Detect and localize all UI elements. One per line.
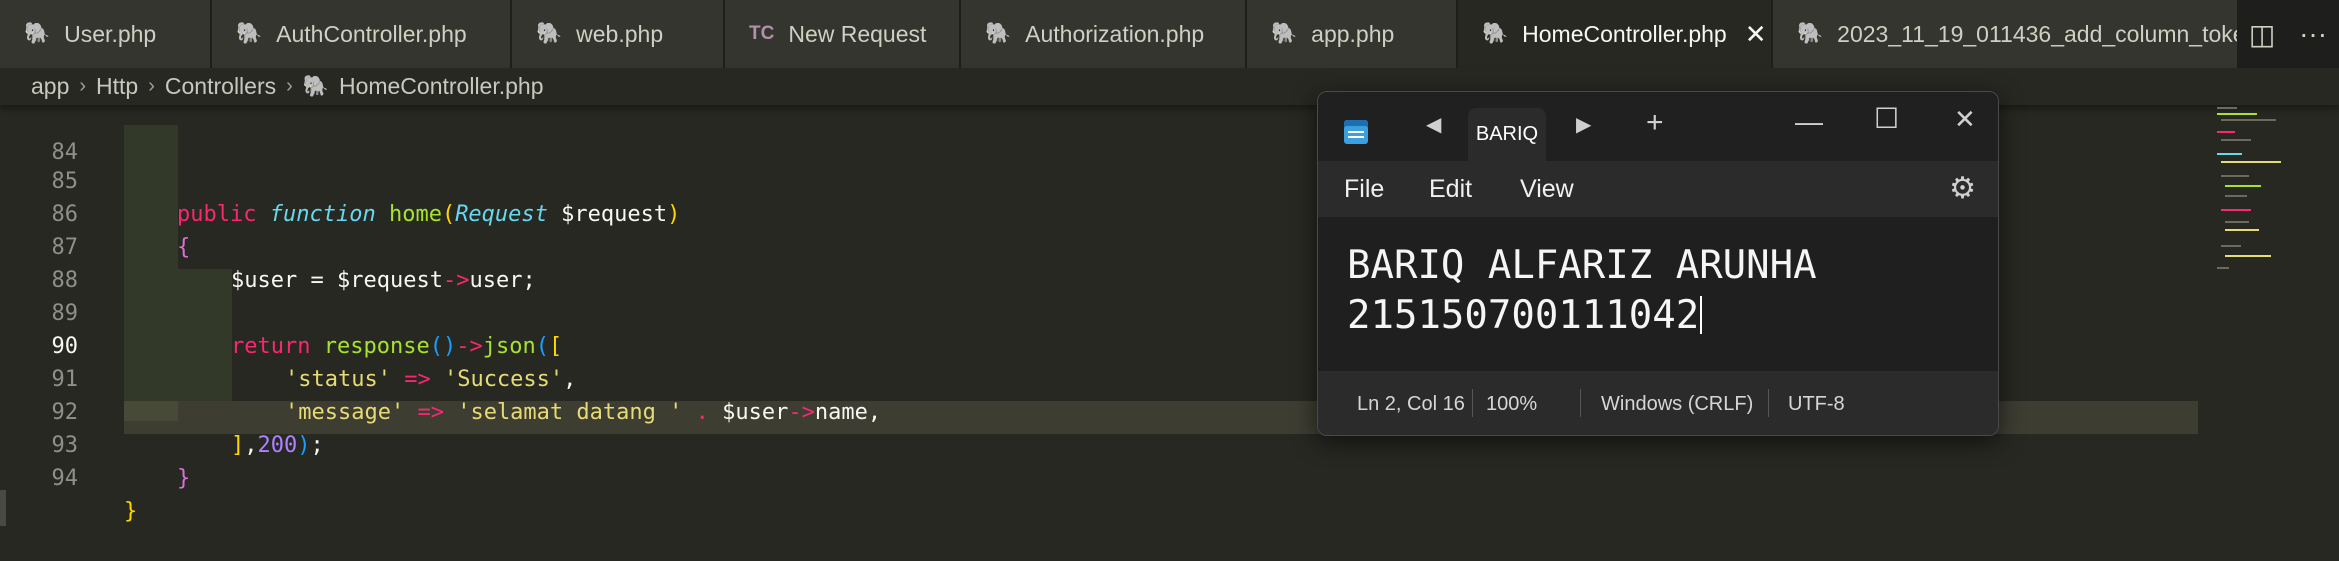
editor-tab-bar: 🐘 User.php 🐘 AuthController.php 🐘 web.ph… [0,0,2339,68]
php-elephant-icon: 🐘 [536,22,563,45]
menu-edit[interactable]: Edit [1429,175,1472,204]
php-elephant-icon: 🐘 [24,22,51,45]
tab-label: app.php [1311,20,1395,47]
split-editor-icon[interactable]: ◫ [2249,18,2275,51]
notepad-menu-bar: File Edit View ⚙ [1318,161,1998,217]
breadcrumb-item-file[interactable]: HomeController.php [339,73,544,100]
editor-actions: ◫ ··· [2237,0,2339,68]
settings-gear-icon[interactable]: ⚙ [1949,171,1976,206]
chevron-right-icon: › [148,75,155,97]
text-line-1: BARIQ ALFARIZ ARUNHA [1347,243,1817,288]
status-zoom[interactable]: 100% [1486,393,1537,416]
thunder-client-icon: TC [749,23,775,44]
next-tab-icon[interactable]: ▶ [1576,112,1591,137]
notepad-text-area[interactable]: BARIQ ALFARIZ ARUNHA 215150700111042 [1318,217,1998,371]
notepad-tab-label: BARIQ [1475,123,1539,145]
minimap[interactable] [2209,105,2281,275]
line-number: 94 [51,466,79,491]
php-elephant-icon: 🐘 [236,22,263,45]
more-actions-icon[interactable]: ··· [2299,18,2327,50]
tab-label: web.php [576,20,664,47]
tab-new-request[interactable]: TC New Request [725,0,961,68]
text-line-2: 215150700111042 [1347,293,1703,338]
brace: } [124,499,138,524]
tab-label: HomeController.php [1522,20,1727,47]
tab-label: User.php [64,20,157,47]
tab-web-php[interactable]: 🐘 web.php [512,0,725,68]
menu-view[interactable]: View [1520,175,1574,204]
status-cursor-position: Ln 2, Col 16 [1357,393,1465,415]
breadcrumb-item-controllers[interactable]: Controllers [165,73,276,100]
brace: } [177,466,191,491]
php-elephant-icon: 🐘 [1482,22,1509,45]
php-elephant-icon: 🐘 [985,22,1012,45]
tab-homecontroller-php[interactable]: 🐘 HomeController.php ✕ [1458,0,1773,68]
previous-tab-icon[interactable]: ◀ [1426,112,1441,137]
breadcrumb-item-http[interactable]: Http [96,73,138,100]
tab-label: 2023_11_19_011436_add_column_token_ [1837,20,2272,47]
minimize-icon[interactable]: — [1795,106,1823,138]
new-tab-plus-icon[interactable]: + [1646,106,1664,140]
notepad-tab-bariq[interactable]: BARIQ [1468,108,1546,161]
php-elephant-icon: 🐘 [302,74,329,98]
tab-label: AuthController.php [276,20,467,47]
tab-user-php[interactable]: 🐘 User.php [0,0,212,68]
maximize-icon[interactable]: ☐ [1874,102,1899,135]
menu-file[interactable]: File [1344,175,1384,204]
tab-label: New Request [788,20,927,47]
notepad-window: ◀ BARIQ ▶ + — ☐ ✕ File Edit View ⚙ BARIQ… [1317,91,1999,436]
chevron-right-icon: › [79,75,87,97]
php-elephant-icon: 🐘 [1797,22,1824,45]
scrollbar-thumb[interactable] [0,490,6,526]
close-icon[interactable]: ✕ [1745,19,1767,50]
close-window-icon[interactable]: ✕ [1954,104,1976,135]
php-elephant-icon: 🐘 [1271,22,1298,45]
status-encoding[interactable]: UTF-8 [1788,393,1845,416]
text-caret [1700,296,1703,334]
status-line-ending[interactable]: Windows (CRLF) [1601,393,1753,416]
chevron-right-icon: › [286,75,293,97]
tab-app-php[interactable]: 🐘 app.php [1247,0,1458,68]
tab-label: Authorization.php [1025,20,1205,47]
notepad-status-bar: Ln 2, Col 16 100% Windows (CRLF) UTF-8 [1318,371,1998,435]
notepad-title-bar: ◀ BARIQ ▶ + — ☐ ✕ [1318,92,1998,161]
breadcrumb-item-app[interactable]: app [31,73,69,100]
text-line-2-content: 215150700111042 [1347,293,1700,338]
tab-authcontroller-php[interactable]: 🐘 AuthController.php [212,0,512,68]
tab-authorization-php[interactable]: 🐘 Authorization.php [961,0,1247,68]
notepad-app-icon [1344,120,1368,144]
